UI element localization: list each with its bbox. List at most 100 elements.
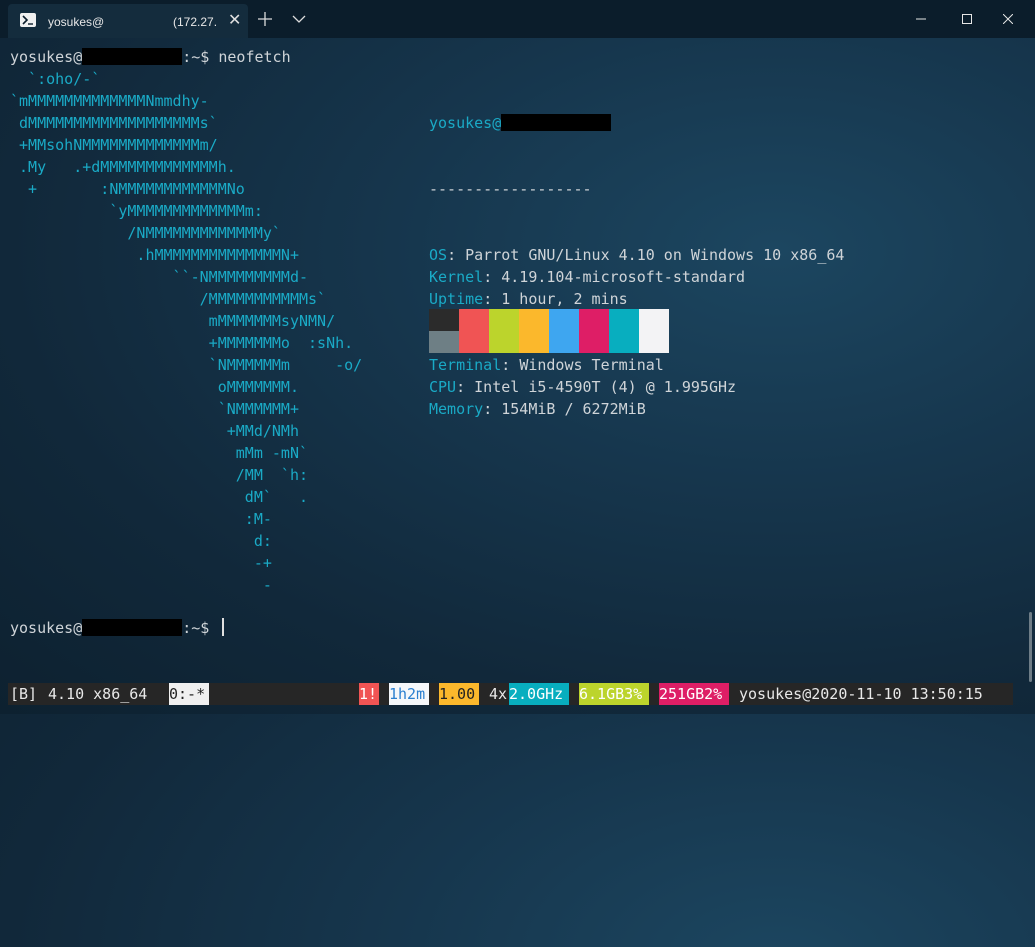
palette-swatch bbox=[549, 309, 579, 353]
logo-line: dMMMMMMMMMMMMMMMMMMMs` bbox=[10, 114, 218, 132]
palette-swatch-normal bbox=[519, 309, 549, 331]
logo-line: .hMMMMMMMMMMMMMMN+ bbox=[10, 246, 299, 264]
info-value: Intel i5-4590T (4) @ 1.995GHz bbox=[474, 378, 737, 396]
scrollbar[interactable] bbox=[1029, 612, 1032, 682]
status-cpu-count: 4x bbox=[489, 685, 508, 703]
logo-line: `NMMMMMM+ bbox=[10, 400, 299, 418]
status-session: [B] bbox=[10, 685, 38, 703]
logo-line: `mMMMMMMMMMMMMMNmmdhy- bbox=[10, 92, 209, 110]
palette-swatch-bright bbox=[429, 331, 459, 353]
palette-swatch bbox=[489, 309, 519, 353]
prompt-user: yosukes@ bbox=[10, 619, 83, 637]
palette-swatch-normal bbox=[579, 309, 609, 331]
logo-line: :M- bbox=[10, 510, 272, 528]
info-user: yosukes@ bbox=[429, 114, 502, 132]
logo-line: - bbox=[10, 576, 272, 594]
logo-line: `NMMMMMMm -o/ bbox=[10, 356, 363, 374]
new-tab-button[interactable] bbox=[252, 0, 278, 38]
text-cursor bbox=[222, 618, 225, 636]
status-cpu-freq: 2.0GHz bbox=[509, 683, 569, 705]
palette-swatch bbox=[639, 309, 669, 353]
palette-swatch bbox=[519, 309, 549, 353]
logo-line: + :NMMMMMMMMMMMMNo bbox=[10, 180, 245, 198]
info-key: Uptime bbox=[429, 290, 484, 308]
info-row: Uptime: 1 hour, 2 mins bbox=[429, 288, 844, 310]
info-separator-colon: : bbox=[456, 378, 475, 396]
tab-dropdown-button[interactable] bbox=[286, 0, 312, 38]
logo-line: +MMsohNMMMMMMMMMMMMMm/ bbox=[10, 136, 218, 154]
logo-line: dM` . bbox=[10, 488, 309, 506]
status-version: 4.10 x86_64 bbox=[48, 685, 148, 703]
info-separator-colon: : bbox=[483, 400, 502, 418]
logo-line: -+ bbox=[10, 554, 272, 572]
palette-swatch-normal bbox=[609, 309, 639, 331]
palette-swatch-normal bbox=[489, 309, 519, 331]
info-row: CPU: Intel i5-4590T (4) @ 1.995GHz bbox=[429, 376, 844, 398]
info-value: Windows Terminal bbox=[519, 356, 664, 374]
redacted-hostname bbox=[82, 48, 183, 65]
palette-swatch-bright bbox=[459, 331, 489, 353]
second-prompt-line[interactable]: yosukes@ :~$ bbox=[10, 617, 225, 639]
palette-swatch bbox=[459, 309, 489, 353]
tab-close-icon[interactable]: ✕ bbox=[228, 10, 241, 30]
terminal-tab[interactable]: yosukes@ (172.27. ✕ bbox=[8, 4, 248, 38]
first-prompt-line: yosukes@:~$ neofetch bbox=[10, 46, 291, 68]
info-row: Kernel: 4.19.104-microsoft-standard bbox=[429, 266, 844, 288]
palette-swatch-bright bbox=[639, 331, 669, 353]
logo-line: +MMMMMMMo :sNh. bbox=[10, 334, 354, 352]
info-value: 154MiB / 6272MiB bbox=[501, 400, 646, 418]
close-icon bbox=[1003, 14, 1013, 24]
palette-swatch-normal bbox=[639, 309, 669, 331]
status-load: 1.00 bbox=[439, 683, 479, 705]
palette-swatch-bright bbox=[609, 331, 639, 353]
logo-line: mMm -mN` bbox=[10, 444, 309, 462]
chevron-down-icon bbox=[292, 15, 306, 23]
color-palette bbox=[429, 309, 669, 353]
tab-title-host: (172.27. bbox=[173, 15, 218, 29]
info-key: Kernel bbox=[429, 268, 484, 286]
prompt-suffix: :~$ bbox=[182, 48, 219, 66]
status-disk: 251GB2% bbox=[659, 683, 729, 705]
info-separator-colon: : bbox=[483, 268, 502, 286]
title-bar: yosukes@ (172.27. ✕ bbox=[0, 0, 1035, 38]
palette-swatch-normal bbox=[429, 309, 459, 331]
info-separator-colon: : bbox=[501, 356, 520, 374]
tab-title: yosukes@ bbox=[48, 15, 105, 29]
info-value: Parrot GNU/Linux 4.10 on Windows 10 x86_… bbox=[465, 246, 845, 264]
tmux-status-bar: [B] 4.10 x86_64 0:-* 1! 1h2m 1.00 4x 2.0… bbox=[8, 683, 1013, 705]
info-value: 1 hour, 2 mins bbox=[501, 290, 628, 308]
logo-line: /MMMMMMMMMMMs` bbox=[10, 290, 327, 308]
info-key: OS bbox=[429, 246, 448, 264]
palette-swatch bbox=[429, 309, 459, 353]
palette-swatch bbox=[579, 309, 609, 353]
palette-swatch-normal bbox=[549, 309, 579, 331]
info-value: 4.19.104-microsoft-standard bbox=[501, 268, 746, 286]
maximize-button[interactable] bbox=[944, 0, 990, 38]
minimize-button[interactable] bbox=[898, 0, 944, 38]
info-row: Memory: 154MiB / 6272MiB bbox=[429, 398, 844, 420]
status-alert: 1! bbox=[359, 683, 379, 705]
palette-swatch-bright bbox=[579, 331, 609, 353]
plus-icon bbox=[258, 12, 272, 26]
logo-line: mMMMMMMMsyNMN/ bbox=[10, 312, 336, 330]
info-key: CPU bbox=[429, 378, 457, 396]
info-key: Memory bbox=[429, 400, 484, 418]
status-window[interactable]: 0:-* bbox=[169, 683, 209, 705]
system-info: yosukes@ ------------------ OS: Parrot G… bbox=[429, 68, 844, 442]
info-separator-colon: : bbox=[483, 290, 502, 308]
palette-swatch-bright bbox=[489, 331, 519, 353]
logo-line: /MM `h: bbox=[10, 466, 309, 484]
status-memory: 6.1GB3% bbox=[579, 683, 649, 705]
palette-swatch-bright bbox=[519, 331, 549, 353]
logo-line: d: bbox=[10, 532, 272, 550]
logo-line: ``-NMMMMMMMMMd- bbox=[10, 268, 309, 286]
logo-line: `:oho/-` bbox=[10, 70, 101, 88]
palette-swatch bbox=[609, 309, 639, 353]
palette-swatch-normal bbox=[459, 309, 489, 331]
prompt-suffix: :~$ bbox=[182, 619, 219, 637]
status-host-time: yosukes@2020-11-10 13:50:15 bbox=[739, 685, 983, 703]
palette-swatch-bright bbox=[549, 331, 579, 353]
info-row: OS: Parrot GNU/Linux 4.10 on Windows 10 … bbox=[429, 244, 844, 266]
logo-line: .My .+dMMMMMMMMMMMMMh. bbox=[10, 158, 236, 176]
close-window-button[interactable] bbox=[985, 0, 1031, 38]
